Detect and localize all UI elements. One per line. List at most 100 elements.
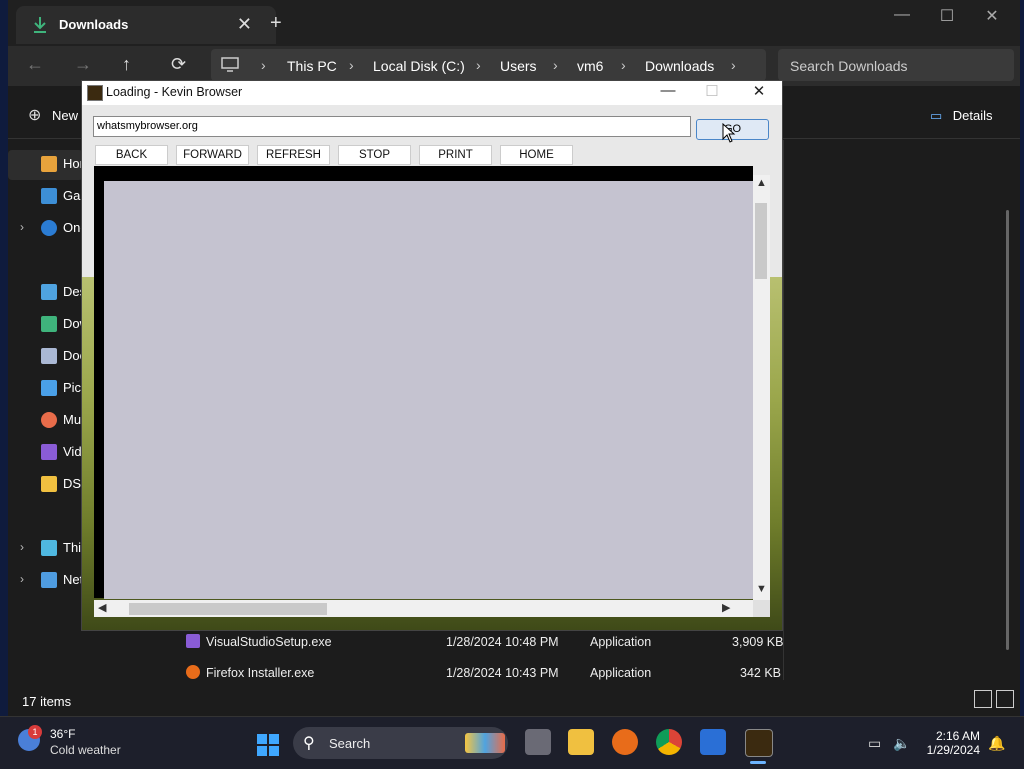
web-page-content[interactable] bbox=[104, 181, 753, 599]
kevin-browser-icon bbox=[87, 85, 103, 101]
kevin-browser-taskbar-icon[interactable] bbox=[745, 729, 773, 757]
sidebar-item-onedrive[interactable]: › OneDrive bbox=[8, 214, 83, 244]
vertical-scrollbar[interactable]: ▲ ▼ bbox=[753, 175, 770, 600]
app-icon[interactable] bbox=[700, 729, 726, 755]
sidebar-item-label: Videos bbox=[63, 444, 83, 459]
visualstudio-icon bbox=[186, 634, 200, 648]
sidebar-item-ds[interactable]: DS bbox=[8, 470, 83, 500]
scrollbar-thumb[interactable] bbox=[129, 603, 327, 615]
refresh-button[interactable]: REFRESH bbox=[257, 145, 330, 165]
sidebar-item-gallery[interactable]: Gallery bbox=[8, 182, 83, 212]
breadcrumb-local-disk[interactable]: Local Disk (C:) bbox=[373, 58, 465, 74]
chevron-left-icon[interactable]: ◀ bbox=[98, 601, 106, 614]
breadcrumb-downloads[interactable]: Downloads bbox=[645, 58, 714, 74]
sidebar-item-network[interactable]: › Network bbox=[8, 566, 83, 596]
tiles-view-icon[interactable] bbox=[996, 690, 1014, 708]
file-explorer-icon[interactable] bbox=[568, 729, 594, 755]
new-tab-button[interactable]: + bbox=[270, 12, 282, 35]
url-input[interactable]: whatsmybrowser.org bbox=[93, 116, 691, 137]
network-icon bbox=[41, 572, 57, 588]
back-button[interactable]: BACK bbox=[95, 145, 168, 165]
chevron-right-icon: › bbox=[621, 57, 626, 73]
sidebar-item-this-pc[interactable]: › This PC bbox=[8, 534, 83, 564]
start-button[interactable] bbox=[257, 734, 279, 756]
chevron-right-icon: › bbox=[731, 57, 736, 73]
maximize-button[interactable]: ☐ bbox=[927, 6, 967, 26]
home-button[interactable]: HOME bbox=[500, 145, 573, 165]
sidebar-item-label: OneDrive bbox=[63, 220, 83, 235]
chevron-down-icon[interactable]: ▼ bbox=[756, 583, 767, 595]
notification-badge: 1 bbox=[28, 725, 42, 739]
chrome-icon[interactable] bbox=[656, 729, 682, 755]
chevron-right-icon[interactable]: › bbox=[20, 540, 24, 554]
sidebar-item-documents[interactable]: Documents bbox=[8, 342, 83, 372]
chevron-right-icon[interactable]: › bbox=[20, 572, 24, 586]
file-name: Firefox Installer.exe bbox=[206, 666, 315, 680]
clock-date: 1/29/2024 bbox=[926, 743, 980, 757]
new-button[interactable]: New bbox=[52, 108, 78, 123]
breadcrumb-this-pc[interactable]: This PC bbox=[287, 58, 337, 74]
file-row[interactable]: VisualStudioSetup.exe 1/28/2024 10:48 PM… bbox=[168, 627, 788, 657]
notification-bell-icon[interactable]: 🔔 bbox=[988, 735, 1005, 752]
back-arrow-icon[interactable]: ← bbox=[26, 54, 44, 75]
chevron-up-icon[interactable]: ▲ bbox=[756, 177, 767, 189]
minimize-button[interactable]: — bbox=[882, 6, 922, 24]
sidebar-item-desktop[interactable]: Desktop bbox=[8, 278, 83, 308]
clock-time: 2:16 AM bbox=[935, 729, 980, 743]
address-bar[interactable]: › This PC › Local Disk (C:) › Users › vm… bbox=[211, 49, 766, 81]
volume-muted-icon[interactable]: 🔈 bbox=[893, 735, 910, 752]
file-size: 342 KB bbox=[740, 666, 782, 680]
details-button[interactable]: ▭ Details bbox=[930, 107, 993, 125]
home-icon bbox=[41, 156, 57, 172]
firefox-icon[interactable] bbox=[612, 729, 638, 755]
print-button[interactable]: PRINT bbox=[419, 145, 492, 165]
close-tab-icon[interactable]: ✕ bbox=[237, 14, 252, 35]
plus-circle-icon: ⊕ bbox=[28, 107, 42, 124]
close-window-button[interactable]: ✕ bbox=[744, 82, 774, 100]
navigation-pane: Home Gallery › OneDrive Desktop Download… bbox=[8, 140, 83, 680]
weather-description: Cold weather bbox=[50, 743, 121, 757]
sidebar-item-videos[interactable]: Videos bbox=[8, 438, 83, 468]
sidebar-item-downloads[interactable]: Downloads bbox=[8, 310, 83, 340]
network-status-icon[interactable]: ▭ bbox=[868, 735, 881, 752]
taskbar-search-box[interactable]: ⚲ Search bbox=[293, 727, 508, 759]
system-clock[interactable]: 2:16 AM 1/29/2024 bbox=[922, 729, 980, 757]
forward-button[interactable]: FORWARD bbox=[176, 145, 249, 165]
sidebar-item-music[interactable]: Music bbox=[8, 406, 83, 436]
gallery-icon bbox=[41, 188, 57, 204]
chevron-right-icon[interactable]: › bbox=[20, 220, 24, 234]
horizontal-scrollbar[interactable]: ◀ ▶ bbox=[94, 600, 753, 617]
file-row[interactable]: Firefox Installer.exe 1/28/2024 10:43 PM… bbox=[168, 658, 788, 688]
file-size: 3,909 KB bbox=[732, 635, 784, 649]
task-view-icon[interactable] bbox=[525, 729, 551, 755]
taskbar-search-label: Search bbox=[329, 736, 371, 751]
sidebar-item-label: DS bbox=[63, 476, 82, 491]
maximize-button[interactable]: ☐ bbox=[697, 82, 727, 100]
sidebar-item-label: Desktop bbox=[63, 284, 83, 299]
tab-downloads[interactable]: Downloads ✕ bbox=[16, 6, 276, 44]
minimize-button[interactable]: — bbox=[653, 82, 683, 99]
desktop-icon bbox=[41, 284, 57, 300]
scrollbar-thumb[interactable] bbox=[755, 203, 767, 279]
sidebar-item-pictures[interactable]: Pictures bbox=[8, 374, 83, 404]
windows-logo-pane bbox=[257, 734, 267, 744]
refresh-icon[interactable]: ⟳ bbox=[171, 54, 186, 75]
up-arrow-icon[interactable]: ↑ bbox=[122, 54, 131, 75]
stop-button[interactable]: STOP bbox=[338, 145, 411, 165]
forward-arrow-icon[interactable]: → bbox=[74, 54, 92, 75]
search-downloads-input[interactable]: Search Downloads bbox=[778, 49, 1014, 81]
scrollbar-corner bbox=[753, 600, 770, 617]
taskbar: 1 36°F Cold weather ⚲ Search ▭ 🔈 2:16 AM… bbox=[0, 716, 1024, 769]
item-count: 17 items bbox=[22, 694, 72, 709]
video-icon bbox=[41, 444, 57, 460]
windows-logo-pane bbox=[257, 746, 267, 756]
sidebar-item-home[interactable]: Home bbox=[8, 150, 83, 180]
chevron-right-icon[interactable]: ▶ bbox=[722, 601, 730, 614]
cloud-icon bbox=[41, 220, 57, 236]
breadcrumb-vm6[interactable]: vm6 bbox=[577, 58, 603, 74]
close-window-button[interactable]: ✕ bbox=[972, 6, 1012, 26]
breadcrumb-users[interactable]: Users bbox=[500, 58, 537, 74]
explorer-scrollbar[interactable] bbox=[1006, 210, 1009, 650]
details-view-icon[interactable] bbox=[974, 690, 992, 708]
weather-temperature: 36°F bbox=[50, 727, 76, 741]
